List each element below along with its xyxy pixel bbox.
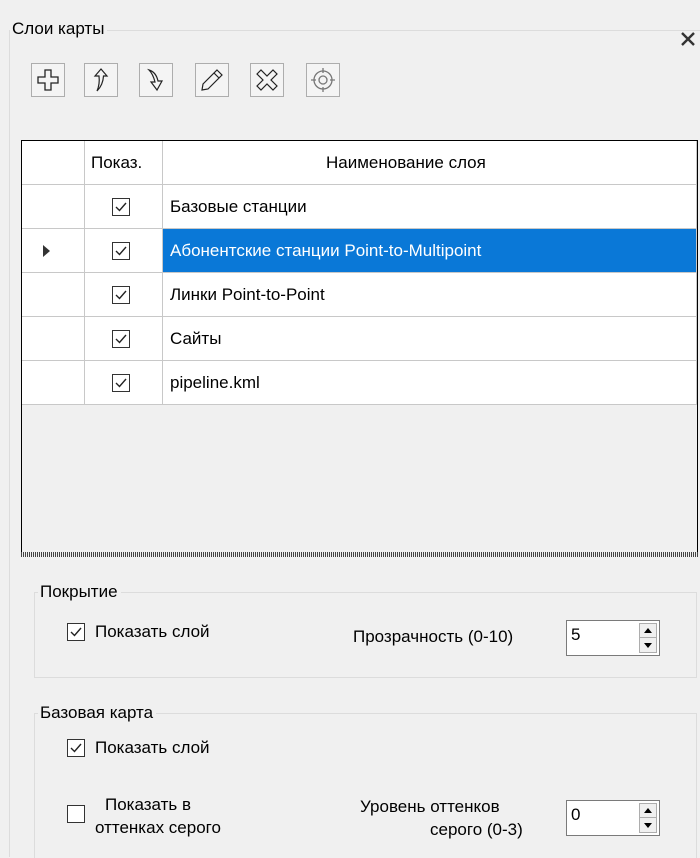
add-layer-button[interactable] (31, 63, 65, 97)
move-down-button[interactable] (139, 63, 173, 97)
column-header-show[interactable]: Показ. (85, 141, 163, 185)
spin-up-button[interactable] (640, 804, 656, 818)
table-row-selected[interactable]: Абонентские станции Point-to-Multipoint (22, 229, 697, 273)
table-row[interactable]: Базовые станции (22, 185, 697, 229)
table-row[interactable]: pipeline.kml (22, 361, 697, 405)
grayscale-checkbox[interactable] (67, 805, 85, 823)
name-cell[interactable]: Базовые станции (163, 185, 697, 229)
transparency-label: Прозрачность (0-10) (353, 627, 514, 646)
coverage-title: Покрытие (38, 582, 121, 602)
name-cell[interactable]: Абонентские станции Point-to-Multipoint (163, 229, 697, 273)
show-cell (85, 361, 163, 405)
name-cell[interactable]: Сайты (163, 317, 697, 361)
basemap-show-layer-label[interactable]: Показать слой (95, 738, 210, 758)
gray-level-value: 0 (571, 805, 581, 824)
grid-header-row: Показ. Наименование слоя (22, 141, 697, 185)
move-up-icon (93, 68, 109, 92)
move-down-icon (146, 68, 164, 92)
row-header[interactable] (22, 229, 85, 273)
edit-pencil-icon (201, 69, 223, 91)
show-checkbox[interactable] (112, 330, 130, 348)
add-icon (37, 69, 59, 91)
panel-title: Слои карты (10, 19, 108, 39)
gray-level-label-line2: серого (0-3) (430, 820, 523, 839)
name-cell[interactable]: Линки Point-to-Point (163, 273, 697, 317)
basemap-show-layer-checkbox[interactable] (67, 739, 85, 757)
table-row[interactable]: Линки Point-to-Point (22, 273, 697, 317)
show-cell (85, 185, 163, 229)
show-checkbox[interactable] (112, 374, 130, 392)
edit-button[interactable] (195, 63, 229, 97)
coverage-show-layer-label[interactable]: Показать слой (95, 622, 210, 642)
name-cell[interactable]: pipeline.kml (163, 361, 697, 405)
row-header[interactable] (22, 317, 85, 361)
spin-up-button[interactable] (640, 624, 656, 638)
show-checkbox[interactable] (112, 242, 130, 260)
show-cell (85, 317, 163, 361)
spin-down-button[interactable] (640, 818, 656, 832)
spin-down-button[interactable] (640, 638, 656, 652)
column-header-name[interactable]: Наименование слоя (163, 141, 697, 185)
grayscale-label-line1[interactable]: Показать в (105, 795, 191, 815)
row-header[interactable] (22, 361, 85, 405)
layers-grid[interactable]: Показ. Наименование слоя Базовые станции… (21, 140, 698, 554)
basemap-title: Базовая карта (38, 703, 157, 723)
show-cell (85, 273, 163, 317)
table-row[interactable]: Сайты (22, 317, 697, 361)
splitter[interactable] (21, 552, 698, 557)
spinner-buttons (639, 623, 657, 653)
move-up-button[interactable] (84, 63, 118, 97)
target-icon (311, 68, 335, 92)
transparency-spinner[interactable]: 5 (566, 620, 660, 656)
grayscale-label-line2[interactable]: оттенках серого (95, 818, 221, 838)
zoom-to-layer-button[interactable] (306, 63, 340, 97)
coverage-show-layer-checkbox[interactable] (67, 623, 85, 641)
show-checkbox[interactable] (112, 286, 130, 304)
delete-icon (256, 69, 278, 91)
row-header[interactable] (22, 273, 85, 317)
gray-level-spinner[interactable]: 0 (566, 800, 660, 836)
show-cell (85, 229, 163, 273)
gray-level-label-line1: Уровень оттенков (360, 797, 500, 816)
row-header-corner (22, 141, 85, 185)
show-checkbox[interactable] (112, 198, 130, 216)
current-row-arrow-icon (43, 245, 50, 257)
spinner-buttons (639, 803, 657, 833)
row-header[interactable] (22, 185, 85, 229)
close-icon[interactable] (677, 28, 699, 50)
transparency-value: 5 (571, 625, 581, 644)
delete-button[interactable] (250, 63, 284, 97)
